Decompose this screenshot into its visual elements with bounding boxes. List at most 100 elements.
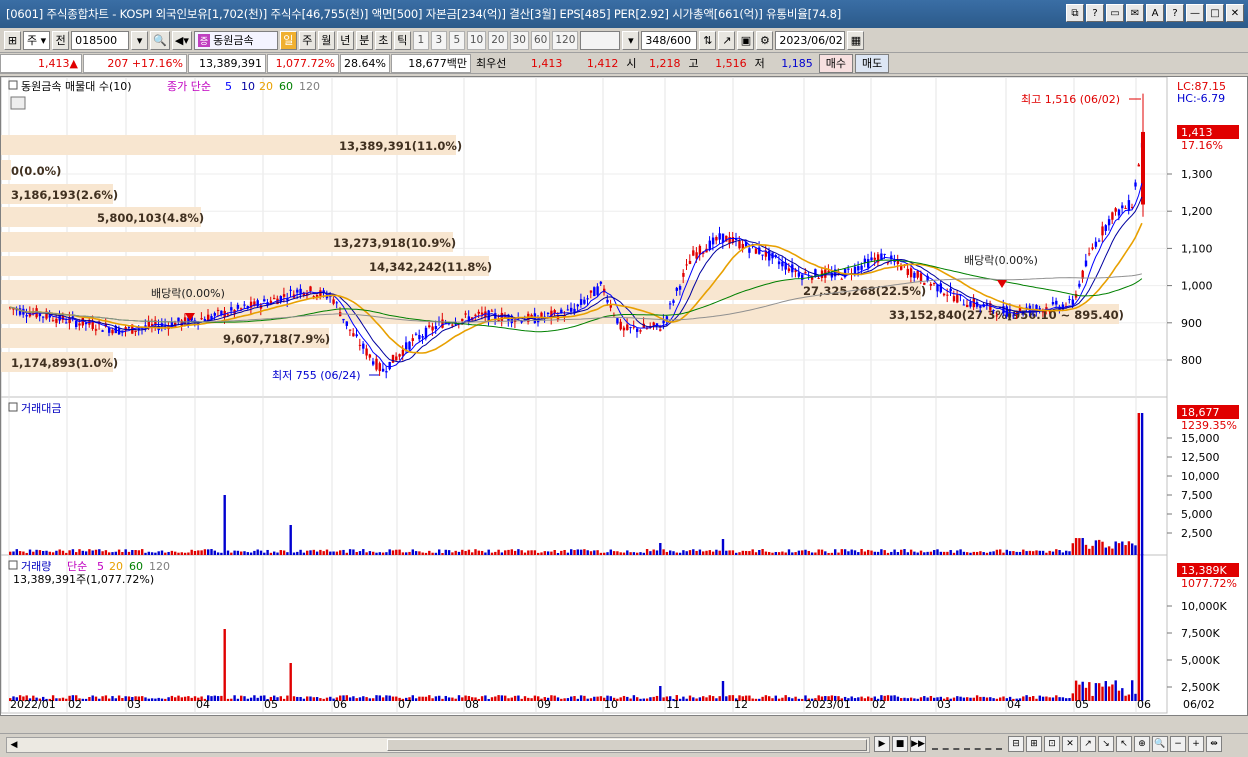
amount-bar	[183, 552, 187, 555]
stock-chart[interactable]: 13,389,391(11.0%) 0(0.0%) 3,186,193(2.6%) 5…	[0, 76, 1247, 715]
tool-1-icon[interactable]: ⊟	[1008, 736, 1024, 752]
interval-5[interactable]: 5	[448, 30, 465, 50]
stop-icon[interactable]: ■	[892, 736, 908, 752]
period-week[interactable]: 주	[298, 30, 316, 50]
period-day[interactable]: 일	[279, 30, 297, 50]
minimize-button[interactable]: —	[1186, 4, 1204, 22]
interval-10[interactable]: 10	[466, 30, 487, 50]
stock-code-input[interactable]: 018500	[71, 30, 130, 50]
interval-3[interactable]: 3	[430, 30, 447, 50]
high-label: 고	[688, 57, 699, 70]
info-icon[interactable]: ?	[1166, 4, 1184, 22]
zoom-in-icon[interactable]: +	[1188, 736, 1204, 752]
fast-forward-icon[interactable]: ▶▶	[910, 736, 926, 752]
horizontal-scrollbar[interactable]: ◀	[6, 737, 870, 753]
dividend-note-1: 배당락(0.00%)	[151, 287, 225, 300]
indicator-icon[interactable]: ↗	[718, 30, 736, 50]
tool-5-icon[interactable]: ↗	[1080, 736, 1096, 752]
volume-bar	[249, 697, 253, 701]
tool-7-icon[interactable]: ↖	[1116, 736, 1132, 752]
volume-bar	[84, 698, 88, 701]
candle-body	[1137, 164, 1140, 167]
amount-bar	[853, 550, 857, 555]
amount-bar	[794, 552, 797, 555]
profile-label: 13,273,918(10.9%)	[333, 236, 456, 250]
candle-body	[78, 323, 81, 326]
settings-icon[interactable]: ⚙	[756, 30, 774, 50]
amount-bar	[51, 552, 55, 555]
interval-120[interactable]: 120	[552, 30, 579, 50]
amount-bar	[764, 551, 768, 555]
volume-tick-label: 10,000K	[1181, 600, 1227, 613]
amount-bar	[830, 552, 834, 555]
calculator-icon[interactable]	[10, 96, 26, 110]
period-second[interactable]: 초	[374, 30, 392, 50]
mode-select[interactable]: 주 ▾	[23, 30, 51, 50]
link-icon[interactable]: ⧉	[1066, 4, 1084, 22]
interval-20[interactable]: 20	[488, 30, 508, 50]
amount-bar	[843, 549, 847, 555]
volume-bar	[893, 695, 896, 701]
window-title: [0601] 주식종합차트 - KOSPI 외국인보유[1,702(천)] 주식…	[6, 7, 841, 21]
help-icon[interactable]: ?	[1086, 4, 1104, 22]
candle-body	[853, 266, 857, 275]
buy-button[interactable]: 매수	[818, 53, 853, 73]
candle-body	[962, 304, 966, 306]
prev-button[interactable]: 전	[52, 30, 70, 50]
candle-body	[867, 259, 870, 268]
date-field[interactable]: 2023/06/02	[775, 30, 846, 50]
tool-3-icon[interactable]: ⊡	[1044, 736, 1060, 752]
fit-icon[interactable]: ⇹	[1206, 736, 1222, 752]
search-icon[interactable]: 🔍	[150, 30, 170, 50]
scroll-left-icon[interactable]: ◀	[7, 738, 21, 752]
volume-bar	[579, 695, 583, 701]
interval-dropdown-icon[interactable]: ▾	[622, 30, 640, 50]
candle-body	[698, 245, 702, 255]
calendar-icon[interactable]: ▦	[847, 30, 865, 50]
interval-60[interactable]: 60	[530, 30, 551, 50]
amount-bar	[388, 549, 391, 555]
mail-icon[interactable]: ✉	[1126, 4, 1144, 22]
candle-body	[863, 258, 867, 263]
amount-bar	[550, 551, 553, 555]
maximize-button[interactable]: □	[1206, 4, 1224, 22]
save-icon[interactable]: ▣	[737, 30, 755, 50]
zoom-out-icon[interactable]: −	[1170, 736, 1186, 752]
tool-8-icon[interactable]: ⊕	[1134, 736, 1150, 752]
pin-icon[interactable]: ⊞	[4, 30, 21, 50]
magnify-icon[interactable]: 🔍	[1152, 736, 1168, 752]
sell-button[interactable]: 매도	[855, 53, 890, 73]
interval-1[interactable]: 1	[412, 30, 429, 50]
window-icon[interactable]: ▭	[1106, 4, 1124, 22]
zoom-slider[interactable]	[932, 738, 1002, 750]
chart-area[interactable]: 13,389,391(11.0%) 0(0.0%) 3,186,193(2.6%) 5…	[0, 76, 1248, 716]
period-month[interactable]: 월	[317, 30, 335, 50]
period-tick[interactable]: 틱	[393, 30, 411, 50]
scroll-thumb[interactable]	[387, 739, 867, 751]
amount-bar	[975, 551, 979, 555]
stock-name: 동원금속	[213, 34, 254, 47]
code-dropdown-icon[interactable]: ▾	[131, 30, 149, 50]
candle-body	[230, 307, 233, 311]
tool-4-icon[interactable]: ✕	[1062, 736, 1078, 752]
amount-bar	[886, 552, 890, 555]
chart-type-icon[interactable]: ⇅	[699, 30, 717, 50]
interval-custom-input[interactable]	[580, 30, 621, 50]
amount-bar	[299, 549, 302, 555]
speaker-icon[interactable]: ◀▾	[171, 30, 192, 50]
period-minute[interactable]: 분	[355, 30, 373, 50]
period-year[interactable]: 년	[336, 30, 354, 50]
interval-30[interactable]: 30	[509, 30, 529, 50]
volume-bar	[1022, 696, 1025, 701]
tool-2-icon[interactable]: ⊞	[1026, 736, 1042, 752]
amount-bar	[358, 551, 362, 555]
tool-6-icon[interactable]: ↘	[1098, 736, 1114, 752]
count-field[interactable]: 348/600	[641, 30, 698, 50]
candle-body	[949, 288, 952, 292]
volume-bar	[480, 696, 484, 701]
play-icon[interactable]: ▶	[874, 736, 890, 752]
font-icon[interactable]: A	[1146, 4, 1164, 22]
candle-body	[282, 294, 286, 297]
close-button[interactable]: ✕	[1226, 4, 1244, 22]
amount-bar	[1114, 541, 1117, 555]
